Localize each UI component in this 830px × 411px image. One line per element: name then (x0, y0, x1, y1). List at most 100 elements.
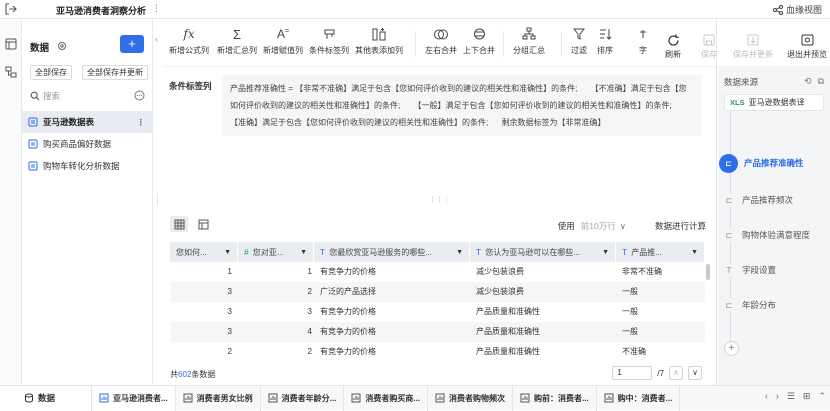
caret-down-icon: ▼ (300, 248, 307, 256)
chart-icon (435, 393, 445, 403)
conditional-tag-column-button[interactable]: 条件标签列 (309, 25, 349, 56)
dataset-item-preference[interactable]: 购买商品偏好数据 (22, 133, 153, 155)
tab-gender-ratio[interactable]: 消费者男女比例 (176, 385, 261, 411)
flow-step-satisfaction[interactable]: ⊏ 购物体验满意程度 (722, 225, 810, 245)
history-icon[interactable]: ⟲ (804, 76, 812, 87)
table-row[interactable]: 1 1 有竞争力的价格 减少包装浪费 非常不准确 (170, 262, 705, 282)
column-header[interactable]: 您如何... ▼ (170, 242, 238, 262)
exit-icon[interactable] (4, 3, 18, 15)
tab-age-distribution[interactable]: 消费者年龄分... (261, 385, 345, 411)
tab-purchase[interactable]: 消费者购买商... (344, 385, 429, 411)
column-header[interactable]: T 您认为亚马逊可以在哪些... ▼ (470, 242, 616, 262)
table-row[interactable]: 3 4 有竞争力的价格 产品质量和准确性 一般 (170, 322, 705, 342)
row-limit-select[interactable]: 使用 前10万行 ∨ (558, 220, 626, 232)
table-header: 您如何... ▼ # 您对亚... ▼ T 您最欣赏亚马逊服务的哪些... ▼ T 您认为亚… (170, 242, 705, 262)
tab-shopping-frequency[interactable]: 消费者购物频次 (428, 385, 514, 411)
dataset-item-amazon[interactable]: 亚马逊数据表 ⋮ (22, 111, 153, 133)
save-all-update-button[interactable]: 全部保存并更新 (82, 65, 148, 80)
dataset-item-label: 亚马逊数据表 (43, 117, 95, 127)
filter-button[interactable]: 过滤 (571, 25, 587, 56)
group-summary-button[interactable]: 分组汇总 (513, 25, 545, 56)
table-icon (28, 117, 38, 127)
add-step-button[interactable]: + (724, 341, 739, 356)
add-formula-column-button[interactable]: fx 新增公式列 (169, 25, 209, 56)
page-total: /7 (657, 368, 664, 378)
flow-source-node[interactable]: XLS 亚马逊数据表译 (724, 94, 824, 111)
text-type-icon: T (622, 247, 628, 257)
dataset-panel-icon[interactable] (4, 37, 18, 51)
lineage-view-button[interactable]: 血缘视图 (772, 3, 822, 16)
chart-icon (520, 393, 530, 403)
condition-expression[interactable]: 产品推荐准确性 = 【非常不准确】满足于包含【您如何评价收到的建议的相关性和准确… (222, 75, 702, 136)
flow-step-age-distribution[interactable]: ⊏ 年龄分布 (722, 295, 776, 315)
add-assign-column-button[interactable]: A= 新增赋值列 (263, 25, 303, 56)
field-view-icon[interactable] (194, 216, 212, 232)
pagination: 1 /7 ∧ ∨ (612, 366, 702, 380)
data-preview: 使用 前10万行 ∨ 数据进行计算 您如何... ▼ # 您对亚... ▼ T 您最欣赏亚马… (163, 208, 716, 385)
merge-ud-icon (463, 25, 495, 43)
text-type-icon: T (320, 247, 326, 257)
tab-pre-purchase[interactable]: 购前：消费者... (513, 385, 597, 411)
add-sheet-icon[interactable]: ⊞ (803, 391, 811, 402)
column-header[interactable]: # 您对亚... ▼ (238, 242, 314, 262)
table-scrollbar[interactable] (706, 264, 710, 280)
save-all-button[interactable]: 全部保存 (30, 65, 72, 80)
table-icon (28, 161, 38, 171)
search-input[interactable]: 搜索 (30, 89, 128, 103)
table-icon (28, 139, 38, 149)
add-dataset-button[interactable]: + (120, 35, 144, 53)
bottom-tab-bar: 数据 亚马逊消费者... 消费者男女比例 消费者年龄分... 消费者购买商...… (0, 385, 830, 411)
merge-up-down-button[interactable]: 上下合并 (463, 25, 495, 56)
settings-icon[interactable] (57, 41, 67, 51)
panel-splitter[interactable]: ⋮⋮⋮ (163, 196, 716, 208)
flow-step-product-accuracy[interactable]: ⊏ 产品推荐准确性 (719, 153, 804, 173)
chevron-down-icon[interactable]: ∨ (688, 366, 702, 380)
more-icon[interactable]: ⋮ (137, 117, 146, 128)
dataset-item-cart[interactable]: 购物车转化分析数据 (22, 155, 153, 177)
table-row[interactable]: 3 2 广泛的产品选择 减少包装浪费 一般 (170, 282, 705, 302)
chevron-right-icon[interactable]: › (776, 391, 779, 402)
table-row[interactable]: 2 2 有竞争力的价格 产品质量和准确性 不准确 (170, 342, 705, 362)
save-button[interactable]: 保存 (701, 31, 717, 60)
tab-list-icon[interactable]: ☰ (787, 391, 795, 402)
field-settings-button[interactable]: 字 (639, 25, 647, 56)
grid-view-icon[interactable] (170, 216, 188, 232)
table-row[interactable]: 3 3 有竞争力的价格 产品质量和准确性 一般 (170, 302, 705, 322)
flow-panel: 数据来源 ⟲ ⧉ XLS 亚马逊数据表译 ⊏ 产品推荐准确性 ⊏ 产品推荐频次 … (718, 66, 830, 385)
dataset-sidebar: 数据 + 全部保存 全部保存并更新 搜索 亚马逊数据表 ⋮ 购买商品偏好数据 购… (22, 19, 153, 385)
exit-preview-button[interactable]: 退出并预览 (787, 31, 827, 60)
tab-dashboard-amazon[interactable]: 亚马逊消费者... (92, 385, 176, 411)
column-header[interactable]: T 您最欣赏亚马逊服务的哪些... ▼ (314, 242, 470, 262)
tab-data[interactable]: 数据 (0, 385, 92, 411)
sort-button[interactable]: 排序 (597, 25, 613, 56)
chevron-up-icon[interactable]: ∧ (669, 366, 683, 380)
condition-label: 条件标签列 (169, 81, 212, 91)
lineage-label: 血缘视图 (785, 5, 822, 15)
relation-icon[interactable] (4, 65, 18, 79)
chevron-left-icon[interactable]: ‹ (765, 391, 768, 402)
filter-options-icon[interactable] (134, 90, 145, 101)
group-icon (513, 25, 545, 43)
collapse-sidebar-icon[interactable]: ‹ (155, 34, 158, 44)
drag-handle-icon[interactable]: ⋮ ⋮ (154, 195, 161, 207)
page-input[interactable]: 1 (612, 366, 653, 380)
refresh-button[interactable]: 刷新 (665, 31, 681, 60)
collapse-up-icon[interactable]: ⌃ (818, 391, 826, 402)
flow-step-field-settings[interactable]: T 字段设置 (722, 260, 776, 280)
left-rail (0, 19, 22, 385)
add-summary-column-button[interactable]: Σ 新增汇总列 (217, 25, 257, 56)
dataset-item-label: 购物车转化分析数据 (43, 161, 120, 171)
expand-icon[interactable]: ⧉ (818, 76, 824, 87)
flow-caption: 数据来源 (724, 77, 759, 87)
data-table: 您如何... ▼ # 您对亚... ▼ T 您最欣赏亚马逊服务的哪些... ▼ T 您认为亚… (170, 242, 705, 362)
caret-down-icon: ▼ (691, 248, 698, 256)
column-header[interactable]: T 产品推... ▼ (616, 242, 705, 262)
add-column-from-other-table-button[interactable]: 其他表添加列 (355, 25, 403, 56)
tab-mid-purchase[interactable]: 购中：消费者... (597, 385, 681, 411)
dataset-list: 亚马逊数据表 ⋮ 购买商品偏好数据 购物车转化分析数据 (22, 111, 153, 177)
save-update-button[interactable]: 保存并更新 (733, 31, 773, 60)
merge-left-right-button[interactable]: 左右合并 (425, 25, 457, 56)
more-options-icon[interactable]: ⋮ (152, 3, 161, 14)
flow-step-product-frequency[interactable]: ⊏ 产品推荐频次 (722, 190, 793, 210)
save-update-icon (733, 31, 773, 49)
